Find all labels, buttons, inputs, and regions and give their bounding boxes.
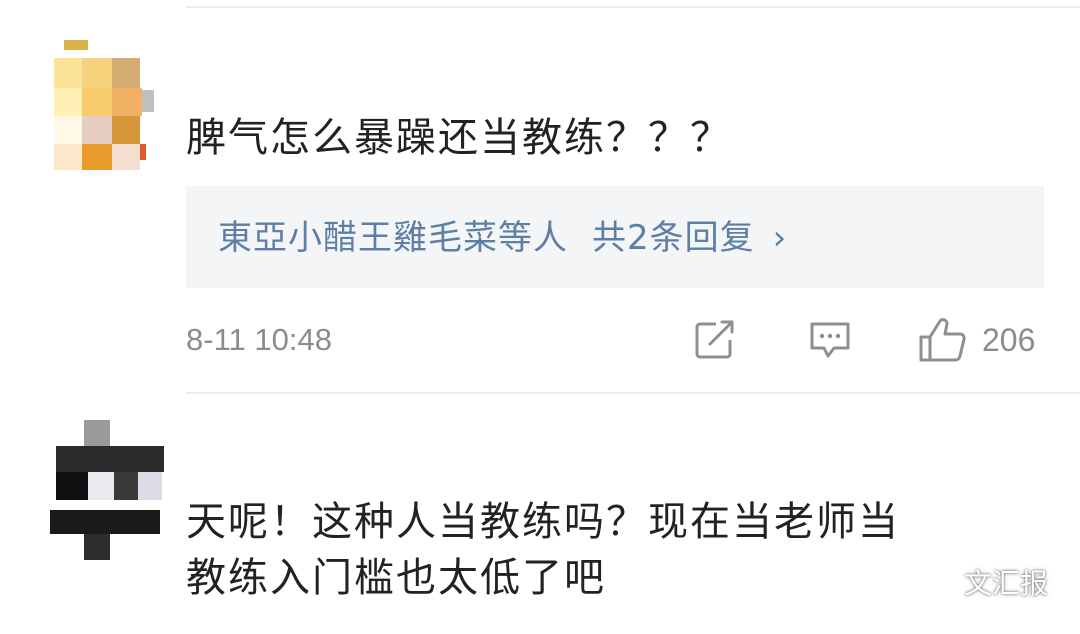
reply-summary[interactable]: 東亞小醋王雞毛菜等人 共2条回复 › [218, 216, 787, 260]
avatar[interactable] [50, 420, 164, 560]
repost-button[interactable] [694, 318, 736, 362]
top-divider [186, 6, 1080, 8]
repost-icon [695, 320, 734, 359]
comment-text: 脾气怎么暴躁还当教练？？？ [186, 115, 732, 161]
wechat-icon [922, 568, 956, 595]
reply-preview[interactable]: 東亞小醋王雞毛菜等人 共2条回复 › [186, 186, 1044, 288]
like-button[interactable]: 206 [918, 318, 1035, 362]
like-icon [919, 318, 966, 362]
comment-divider [186, 392, 1080, 394]
avatar[interactable] [54, 40, 154, 170]
comment-time: 8-11 10:48 [186, 322, 332, 357]
reply-count[interactable]: 共2条回复 [592, 218, 755, 258]
reply-user-names[interactable]: 東亞小醋王雞毛菜等人 [218, 218, 568, 258]
username[interactable] [192, 58, 604, 84]
watermark-label: 文汇报 [964, 567, 1049, 600]
source-watermark: 文汇报 [922, 562, 1048, 602]
comment-icon [810, 322, 850, 358]
comment-text: 天呢！这种人当教练吗？现在当老师当 教练入门槛也太低了吧 [186, 499, 900, 601]
username[interactable] [196, 450, 536, 476]
like-count: 206 [982, 321, 1036, 358]
comment-button[interactable] [808, 318, 852, 362]
chevron-right-icon[interactable]: › [773, 218, 788, 258]
